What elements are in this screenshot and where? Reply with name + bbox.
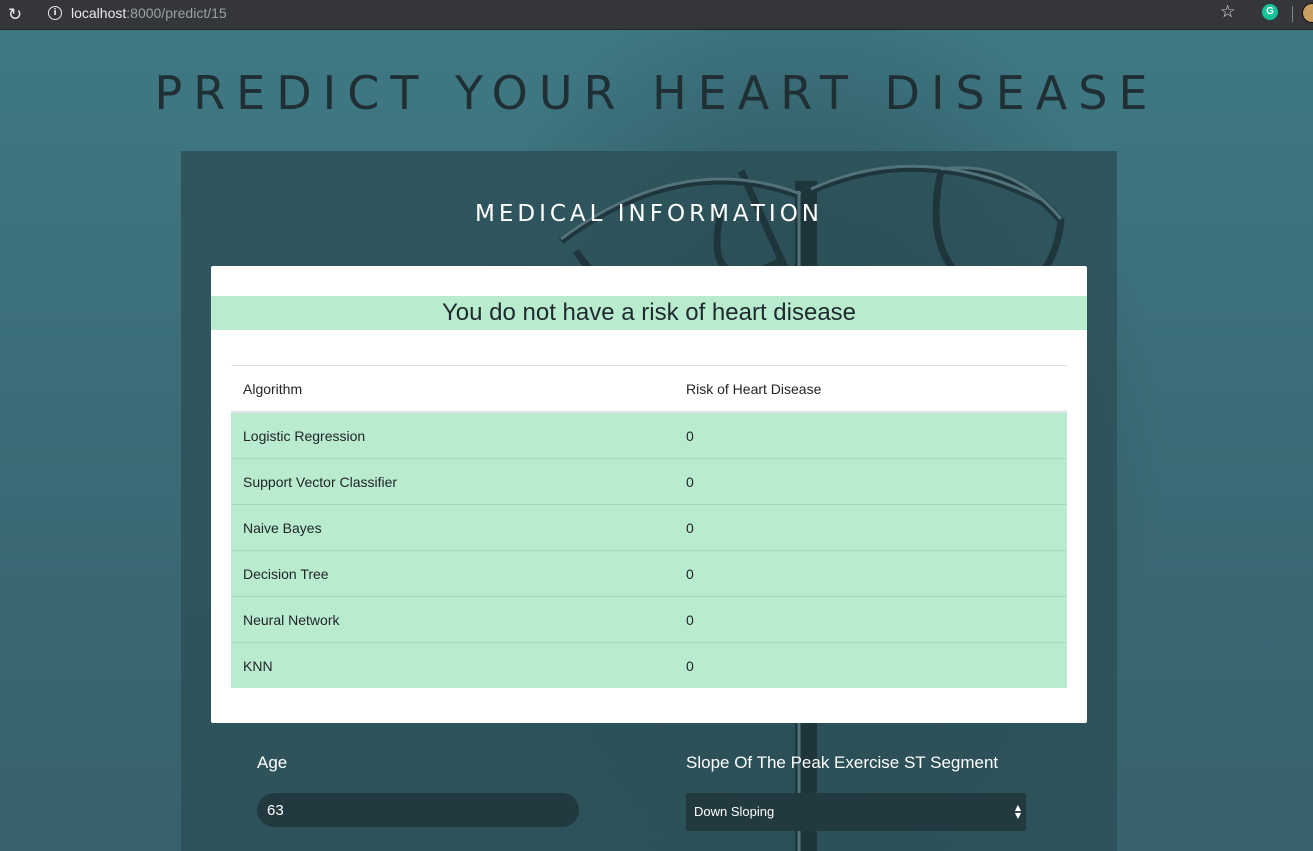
algorithm-cell: Logistic Regression — [231, 412, 674, 459]
risk-cell: 0 — [674, 596, 1067, 643]
toolbar-divider — [1292, 6, 1293, 22]
bookmark-star-icon[interactable]: ☆ — [1220, 2, 1235, 22]
algorithm-results-table: Algorithm Risk of Heart Disease Logistic… — [231, 365, 1067, 688]
table-row: Support Vector Classifier 0 — [231, 458, 1067, 505]
age-label: Age — [257, 753, 288, 772]
url-host: localhost — [71, 5, 127, 21]
risk-cell: 0 — [674, 412, 1067, 459]
algorithm-cell: Naive Bayes — [231, 504, 674, 551]
table-row: Decision Tree 0 — [231, 550, 1067, 597]
prediction-result-card: You do not have a risk of heart disease … — [211, 266, 1087, 723]
url-path: :8000/predict/15 — [126, 5, 227, 21]
site-info-icon[interactable]: i — [48, 6, 62, 20]
section-title: MEDICAL INFORMATION — [474, 201, 824, 227]
page-title: PREDICT YOUR HEART DISEASE — [154, 66, 1159, 120]
risk-cell: 0 — [674, 458, 1067, 505]
risk-cell: 0 — [674, 550, 1067, 597]
algorithm-cell: KNN — [231, 642, 674, 688]
address-bar[interactable]: i localhost:8000/predict/15 — [38, 2, 1250, 24]
grammarly-extension-icon[interactable]: G — [1262, 4, 1278, 20]
algorithm-cell: Support Vector Classifier — [231, 458, 674, 505]
algorithm-cell: Decision Tree — [231, 550, 674, 597]
table-row: Logistic Regression 0 — [231, 412, 1067, 459]
table-row: Naive Bayes 0 — [231, 504, 1067, 551]
table-row: KNN 0 — [231, 642, 1067, 688]
slope-label: Slope Of The Peak Exercise ST Segment — [686, 753, 999, 772]
slope-selected-value: Down Sloping — [694, 804, 775, 819]
risk-cell: 0 — [674, 642, 1067, 688]
table-row: Neural Network 0 — [231, 596, 1067, 643]
algorithm-cell: Neural Network — [231, 596, 674, 643]
select-arrows-icon: ▲ ▼ — [1014, 803, 1022, 820]
risk-cell: 0 — [674, 504, 1067, 551]
profile-avatar[interactable] — [1302, 3, 1313, 23]
age-input[interactable] — [257, 793, 579, 827]
page-background: PREDICT YOUR HEART DISEASE MEDICAL INFOR… — [0, 30, 1313, 851]
medical-form-panel: MEDICAL INFORMATION You do not have a ri… — [181, 151, 1117, 851]
column-header-risk: Risk of Heart Disease — [674, 365, 1067, 413]
slope-select[interactable]: Down Sloping ▲ ▼ — [686, 793, 1026, 831]
risk-result-message: You do not have a risk of heart disease — [211, 296, 1087, 330]
table-header-row: Algorithm Risk of Heart Disease — [231, 365, 1067, 413]
reload-icon[interactable]: ↻ — [0, 4, 30, 26]
column-header-algorithm: Algorithm — [231, 365, 674, 413]
browser-toolbar: ↻ i localhost:8000/predict/15 ☆ G — [0, 0, 1313, 30]
